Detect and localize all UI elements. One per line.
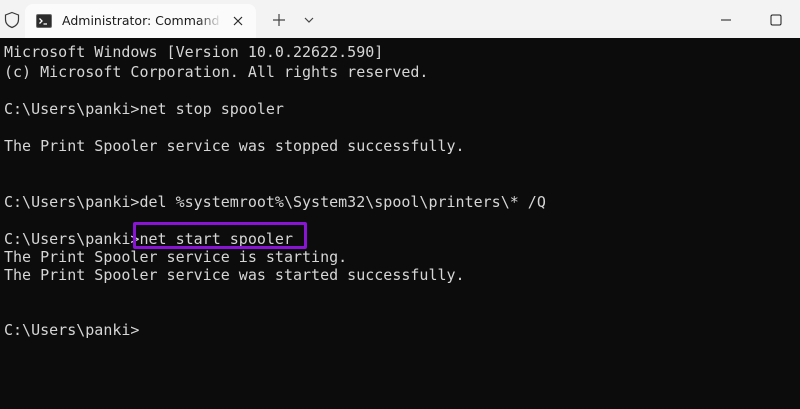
terminal-prompt: C:\Users\panki> [4, 321, 140, 339]
tab-command-prompt[interactable]: Administrator: Command Prompt [25, 4, 256, 38]
terminal-line-stop-result: The Print Spooler service was stopped su… [4, 137, 465, 155]
shield-icon [4, 11, 20, 29]
close-icon[interactable] [231, 14, 245, 28]
terminal-output[interactable]: Microsoft Windows [Version 10.0.22622.59… [0, 38, 800, 409]
terminal-line-del-cmd: C:\Users\panki>del %systemroot%\System32… [4, 193, 546, 211]
plus-icon[interactable] [270, 11, 288, 29]
title-bar: Administrator: Command Prompt [0, 0, 800, 39]
terminal-line-start-cmd: C:\Users\panki>net start spooler [4, 230, 293, 248]
terminal-line-copyright: (c) Microsoft Corporation. All rights re… [4, 63, 429, 81]
terminal-window: Administrator: Command Prompt Microsoft … [0, 0, 800, 409]
terminal-icon [36, 14, 52, 28]
terminal-line-version: Microsoft Windows [Version 10.0.22622.59… [4, 43, 384, 61]
maximize-icon[interactable] [766, 10, 786, 30]
minimize-icon[interactable] [716, 10, 736, 30]
terminal-line-started: The Print Spooler service was started su… [4, 266, 465, 284]
chevron-down-icon[interactable] [302, 13, 316, 27]
terminal-line-starting: The Print Spooler service is starting. [4, 248, 348, 266]
tab-title: Administrator: Command Prompt [62, 13, 222, 28]
terminal-line-stop-cmd: C:\Users\panki>net stop spooler [4, 100, 284, 118]
